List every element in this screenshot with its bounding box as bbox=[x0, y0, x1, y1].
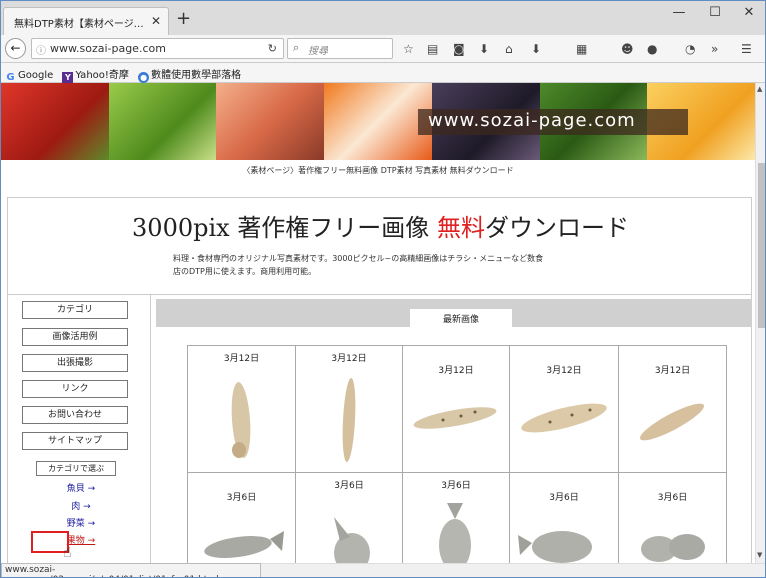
banner-tomato-photo bbox=[1, 83, 109, 160]
image-date: 3月12日 bbox=[331, 354, 367, 364]
fish-image bbox=[334, 517, 370, 563]
image-date: 3月12日 bbox=[546, 366, 582, 376]
browser-tab[interactable]: 無料DTP素材【素材ページ… ✕ bbox=[3, 7, 169, 35]
minimize-icon[interactable]: — bbox=[659, 5, 699, 20]
image-date: 3月6日 bbox=[441, 481, 471, 491]
tab-title: 無料DTP素材【素材ページ… bbox=[14, 19, 144, 30]
image-date: 3月6日 bbox=[657, 493, 688, 503]
yahoo-icon: Y bbox=[62, 72, 74, 83]
close-tab-icon[interactable]: ✕ bbox=[151, 14, 161, 28]
page-description: 料理・食材専門のオリジナル写真素材です。3000ピクセル~の高精細画像はチラシ・… bbox=[173, 254, 544, 276]
fish-image bbox=[439, 503, 471, 563]
tab-strip: 無料DTP素材【素材ページ… ✕ + — ☐ ✕ bbox=[1, 1, 765, 35]
bookmark-math-blog[interactable]: ● 數體使用數學部落格 bbox=[138, 66, 241, 83]
nav-usage-examples-button[interactable]: 画像活用例 bbox=[22, 328, 128, 346]
image-date: 3月6日 bbox=[549, 493, 579, 503]
search-placeholder: 搜尋 bbox=[308, 46, 328, 57]
root-vegetable-image bbox=[521, 403, 607, 433]
home-icon[interactable]: ⌂ bbox=[505, 42, 513, 56]
hand-cursor-icon: ☝ bbox=[63, 545, 72, 561]
scroll-up-icon[interactable]: ▲ bbox=[757, 85, 762, 93]
menu-icon[interactable]: ☰ bbox=[741, 42, 752, 56]
category-link-seafood[interactable]: 魚貝 → bbox=[9, 481, 153, 494]
nav-category-button[interactable]: カテゴリ bbox=[22, 301, 128, 319]
image-date: 3月6日 bbox=[226, 493, 257, 503]
horizontal-scrollbar[interactable] bbox=[261, 563, 765, 577]
blog-icon: ● bbox=[138, 72, 150, 83]
image-cell[interactable]: 3月6日 bbox=[402, 472, 510, 563]
category-select-label[interactable]: カテゴリで選ぶ bbox=[36, 461, 116, 476]
bookmark-star-icon[interactable]: ☆ bbox=[403, 42, 414, 56]
nav-sitemap-button[interactable]: サイトマップ bbox=[22, 432, 128, 450]
pocket-icon[interactable]: ◙ bbox=[453, 42, 465, 56]
root-vegetable-image bbox=[342, 378, 356, 462]
image-cell[interactable]: 3月12日 bbox=[187, 345, 296, 473]
image-cell[interactable]: 3月6日 bbox=[187, 472, 296, 563]
search-icon: ⌕ bbox=[293, 41, 300, 54]
url-text: www.sozai-page.com bbox=[50, 42, 166, 55]
scroll-down-icon[interactable]: ▼ bbox=[757, 551, 762, 559]
tab-bar: 最新画像 bbox=[156, 299, 752, 331]
search-bar[interactable]: ⌕ 搜尋 bbox=[287, 38, 393, 59]
navigation-toolbar: ← ⓘ www.sozai-page.com ↻ ⌕ 搜尋 ☆ ▤ ◙ ⬇ ⌂ … bbox=[1, 35, 765, 63]
close-window-icon[interactable]: ✕ bbox=[729, 5, 765, 20]
banner-shrimp-photo bbox=[216, 83, 325, 160]
page-title: 3000pix 著作権フリー画像 無料ダウンロード bbox=[132, 214, 629, 242]
image-cell[interactable]: 3月6日 bbox=[618, 472, 727, 563]
back-button[interactable]: ← bbox=[5, 38, 26, 59]
image-date: 3月6日 bbox=[334, 481, 364, 491]
image-date: 3月12日 bbox=[654, 366, 691, 376]
download-icon[interactable]: ⬇ bbox=[479, 42, 489, 56]
image-cell[interactable]: 3月6日 bbox=[295, 472, 403, 563]
chat-icon[interactable]: ☻ bbox=[621, 42, 634, 56]
profile-icon[interactable]: ◔ bbox=[685, 42, 695, 56]
image-cell[interactable]: 3月12日 bbox=[509, 345, 619, 473]
image-cell[interactable]: 3月12日 bbox=[618, 345, 727, 473]
bookmarks-bar: G Google Y Yahoo!奇摩 ● 數體使用數學部落格 bbox=[1, 63, 765, 83]
info-icon[interactable]: ⓘ bbox=[36, 42, 46, 57]
fish-image bbox=[641, 534, 705, 562]
address-bar[interactable]: ⓘ www.sozai-page.com ↻ bbox=[31, 38, 284, 59]
bookmark-google[interactable]: G Google bbox=[5, 70, 53, 83]
vertical-scrollbar[interactable]: ▲ ▼ bbox=[755, 83, 765, 563]
extension-icon[interactable]: ⬇ bbox=[531, 42, 541, 56]
main-area: 最新画像 3月12日 3月12日 3月12日 3月12日 3月12日 3月6日 … bbox=[151, 295, 752, 563]
image-date: 3月12日 bbox=[223, 354, 260, 364]
google-icon: G bbox=[6, 72, 15, 83]
site-subtitle: 〈素材ページ〉著作権フリー無料画像 DTP素材 写真素材 無料ダウンロード bbox=[242, 166, 514, 175]
overflow-icon[interactable]: » bbox=[711, 42, 718, 56]
site-banner[interactable]: www.sozai-page.com bbox=[1, 83, 755, 160]
nav-photo-shoot-button[interactable]: 出張撮影 bbox=[22, 354, 128, 372]
bookmark-yahoo[interactable]: Y Yahoo!奇摩 bbox=[62, 66, 129, 83]
new-tab-icon[interactable]: + bbox=[176, 8, 191, 29]
reload-icon[interactable]: ↻ bbox=[268, 42, 277, 55]
image-date: 3月12日 bbox=[438, 366, 474, 376]
banner-sushi-photo bbox=[324, 83, 432, 160]
root-vegetable-image bbox=[231, 382, 251, 458]
image-cell[interactable]: 3月6日 bbox=[509, 472, 619, 563]
root-vegetable-image bbox=[639, 403, 705, 441]
tab-latest-images[interactable]: 最新画像 bbox=[410, 309, 512, 331]
root-vegetable-image bbox=[413, 407, 497, 429]
scroll-thumb[interactable] bbox=[758, 163, 765, 328]
image-cell[interactable]: 3月12日 bbox=[402, 345, 510, 473]
page-content: www.sozai-page.com 〈素材ページ〉著作権フリー無料画像 DTP… bbox=[1, 83, 755, 563]
image-cell[interactable]: 3月12日 bbox=[295, 345, 403, 473]
sidebar: カテゴリ 画像活用例 出張撮影 リンク お問い合わせ サイトマップ カテゴリで選… bbox=[7, 295, 151, 563]
nav-links-button[interactable]: リンク bbox=[22, 380, 128, 398]
reader-icon[interactable]: ▤ bbox=[427, 42, 438, 56]
header-box: 3000pix 著作権フリー画像 無料ダウンロード 料理・食材専門のオリジナル写… bbox=[7, 197, 752, 295]
browser-window: 無料DTP素材【素材ページ… ✕ + — ☐ ✕ ← ⓘ www.sozai-p… bbox=[0, 0, 766, 578]
nav-contact-button[interactable]: お問い合わせ bbox=[22, 406, 128, 424]
translate-icon[interactable]: ▦ bbox=[576, 42, 587, 56]
fish-image bbox=[204, 531, 284, 558]
category-link-meat[interactable]: 肉 → bbox=[9, 499, 153, 512]
category-link-vegetables[interactable]: 野菜 → bbox=[9, 516, 153, 529]
addon-badge-icon[interactable]: ● bbox=[647, 42, 657, 56]
status-bar: www.sozai-page.com/02_sozai/a/a04/01_lis… bbox=[1, 563, 261, 577]
banner-url-label: www.sozai-page.com bbox=[418, 109, 688, 135]
fish-image bbox=[518, 531, 592, 563]
banner-lettuce-photo bbox=[108, 83, 217, 160]
